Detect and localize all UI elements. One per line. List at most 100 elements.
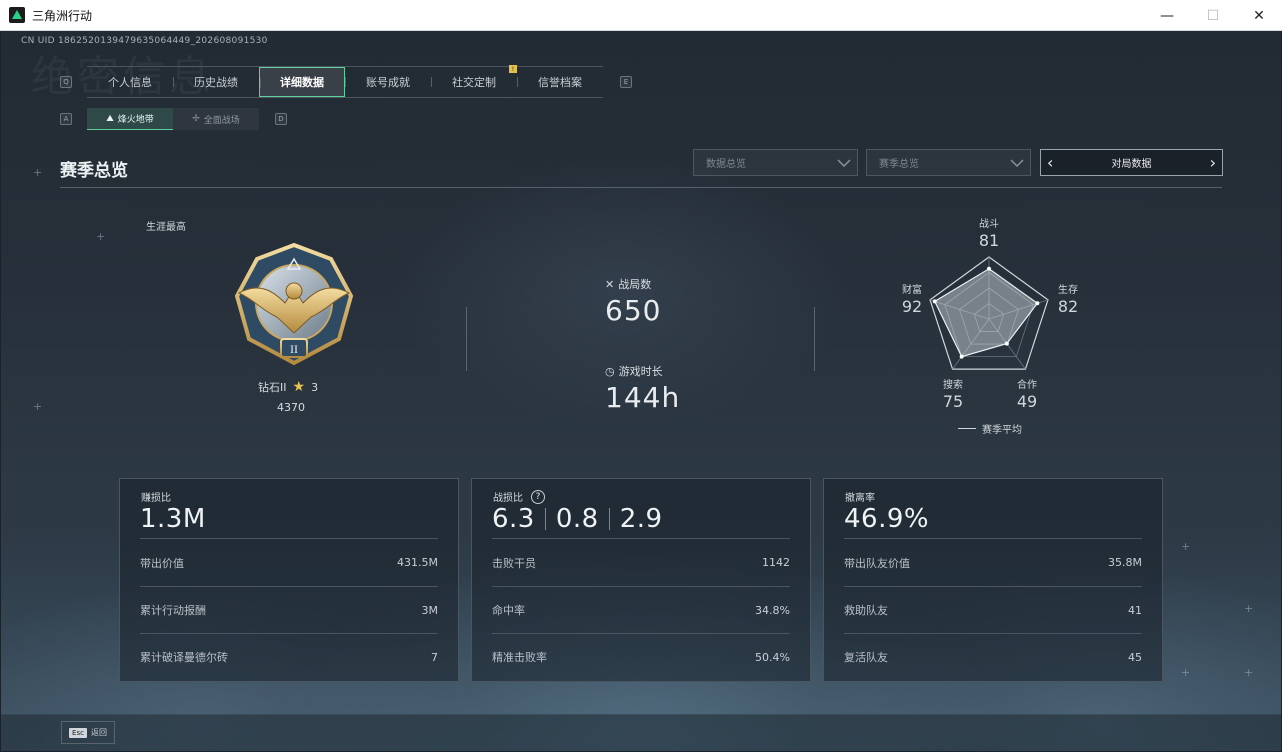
row-key: 命中率 [492, 604, 525, 617]
maximize-button[interactable]: ☐ [1190, 0, 1236, 31]
row-key: 救助队友 [844, 604, 888, 617]
plus-marker-icon: + [33, 400, 43, 413]
back-button[interactable]: Esc 返回 [61, 721, 115, 744]
plus-marker-icon: + [1181, 666, 1191, 679]
tab-next-key[interactable]: E [620, 76, 632, 88]
plus-marker-icon: + [33, 166, 43, 179]
card-row: 带出队友价值 35.8M [844, 539, 1142, 586]
chevron-left-icon[interactable]: ‹ [1047, 154, 1053, 171]
card-big-value: 0.8 [555, 504, 599, 534]
matches-label: 战局数 [618, 278, 652, 291]
row-key: 复活队友 [844, 651, 888, 664]
radar-value-point [1004, 341, 1009, 346]
row-value: 1142 [762, 556, 790, 569]
playtime-label: 游戏时长 [618, 365, 663, 378]
value-separator [544, 508, 546, 530]
tab-label: 信誉档案 [538, 76, 582, 89]
plus-marker-icon: + [1244, 602, 1254, 615]
section-divider [60, 187, 1222, 188]
tab-detailed-data[interactable]: 详细数据 [259, 67, 345, 97]
legend-label: 赛季平均 [982, 425, 1022, 436]
row-value: 50.4% [755, 650, 790, 664]
radar-label-search: 搜索 [943, 380, 963, 391]
radar-value-survival: 82 [1057, 297, 1079, 316]
radar-value-cooperation: 49 [1016, 392, 1038, 411]
tab-personal-info[interactable]: 个人信息 [87, 67, 173, 97]
plus-marker-icon: + [1181, 540, 1191, 553]
data-overview-dropdown[interactable]: 数据总览 [693, 149, 858, 176]
profit-card: 赚损比 1.3M 带出价值 431.5M 累计行动报酬 3M 累计破译曼德尔砖 7 [119, 478, 459, 682]
subtab-label: 烽火地带 [117, 115, 154, 125]
extraction-card: 撤离率 46.9% 带出队友价值 35.8M 救助队友 41 复活队友 45 [823, 478, 1163, 682]
tab-social-custom[interactable]: 社交定制! [431, 65, 517, 97]
tab-achievements[interactable]: 账号成就 [345, 67, 431, 97]
rank-stars: 3 [311, 380, 319, 394]
ability-radar: 战斗 81 生存 82 合作 49 搜索 75 财富 92 [896, 211, 1086, 441]
map-icon: ⛰ [106, 113, 114, 124]
bottom-bar: Esc 返回 [1, 714, 1281, 751]
row-value: 34.8% [755, 603, 790, 617]
chevron-right-icon[interactable]: › [1210, 154, 1216, 171]
player-uid: CN UID 1862520139479635064449_2026080915… [21, 36, 268, 46]
card-row: 累计破译曼德尔砖 7 [140, 633, 438, 680]
row-key: 带出价值 [140, 556, 184, 570]
row-key: 累计破译曼德尔砖 [140, 651, 228, 664]
playtime-stat: ◷ 游戏时长 144h [605, 363, 681, 415]
subtab-operations[interactable]: ⛰ 烽火地带 [87, 108, 173, 130]
playtime-value: 144h [605, 381, 681, 414]
tab-history[interactable]: 历史战绩 [173, 67, 259, 97]
card-label: 赚损比 [141, 493, 171, 504]
minimize-button[interactable]: — [1144, 0, 1190, 31]
row-key: 带出队友价值 [844, 556, 910, 570]
rank-tier-line: 钻石II ★ 3 [258, 379, 318, 395]
card-big-value: 46.9% [844, 504, 930, 534]
subtab-warfare[interactable]: ✢ 全面战场 [173, 108, 259, 130]
radar-label-survival: 生存 [1058, 285, 1078, 296]
row-value: 35.8M [1108, 556, 1142, 569]
dropdown-value: 数据总览 [706, 159, 746, 170]
radar-value-point [932, 299, 937, 304]
row-value: 7 [431, 650, 438, 664]
battlefield-icon: ✢ [192, 114, 200, 124]
tab-label: 历史战绩 [194, 76, 238, 89]
row-value: 45 [1128, 650, 1142, 664]
chevron-down-icon [1010, 159, 1024, 168]
radar-value-area [933, 268, 1039, 358]
card-row: 带出价值 431.5M [140, 539, 438, 586]
value-separator [608, 508, 610, 530]
tab-prev-key[interactable]: Q [60, 76, 72, 88]
vertical-divider [814, 307, 815, 371]
matches-value: 650 [605, 294, 662, 327]
subtab-label: 全面战场 [203, 115, 240, 126]
season-overview-dropdown[interactable]: 赛季总览 [866, 149, 1031, 176]
rank-score: 4370 [277, 401, 305, 414]
subtab-next-key[interactable]: D [275, 113, 287, 125]
card-row: 命中率 34.8% [492, 586, 790, 633]
radar-label-cooperation: 合作 [1017, 380, 1037, 391]
career-best-label: 生涯最高 [146, 222, 186, 233]
card-label: 撤离率 [845, 493, 875, 504]
esc-key: Esc [69, 727, 87, 738]
radar-label-combat: 战斗 [979, 219, 999, 230]
mode-subtabs: ⛰ 烽火地带 ✢ 全面战场 [87, 108, 259, 130]
row-value: 3M [421, 603, 439, 617]
star-icon: ★ [292, 379, 306, 395]
radar-label-wealth: 财富 [902, 285, 922, 296]
card-row: 累计行动报酬 3M [140, 586, 438, 633]
radar-legend: 赛季平均 [958, 421, 1022, 436]
notification-badge: ! [509, 65, 517, 73]
close-button[interactable]: ✕ [1236, 0, 1282, 31]
row-value: 41 [1128, 603, 1142, 617]
dropdown-value: 赛季总览 [879, 159, 919, 170]
back-label: 返回 [90, 728, 107, 737]
window-title: 三角洲行动 [32, 8, 93, 23]
window-titlebar: 三角洲行动 — ☐ ✕ [0, 0, 1282, 31]
card-row: 救助队友 41 [844, 586, 1142, 633]
help-icon[interactable]: ? [531, 489, 545, 504]
tab-credit-record[interactable]: 信誉档案 [517, 67, 603, 97]
radar-value-search: 75 [942, 392, 964, 411]
rank-badge-numeral: II [290, 342, 298, 356]
row-key: 累计行动报酬 [140, 604, 206, 617]
subtab-prev-key[interactable]: A [60, 113, 72, 125]
app-logo-icon [9, 7, 25, 23]
